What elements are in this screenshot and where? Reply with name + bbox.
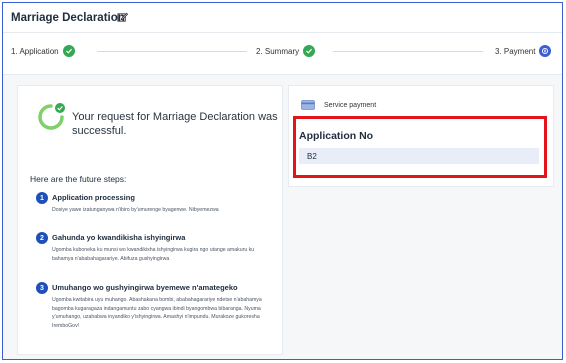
step-number: 2	[36, 232, 48, 244]
payment-card: Service payment Application No B2	[288, 85, 554, 187]
application-no-label: Application No	[299, 130, 374, 142]
step-payment[interactable]: 3. Payment	[495, 45, 552, 57]
step-label: 1. Application	[11, 46, 59, 56]
check-icon	[303, 45, 316, 57]
future-step-description: Ugomba kuboneka ku munsi wo kwandikisha …	[52, 247, 255, 262]
step-application[interactable]: 1. Application	[11, 45, 75, 57]
future-step-description: Dosiye yawe izatunganywa n'ibiro by'umur…	[52, 207, 219, 213]
success-card: Your request for Marriage Declaration wa…	[17, 85, 283, 355]
page-title: Marriage Declaration	[11, 12, 125, 24]
step-connector	[333, 51, 483, 52]
step-label: 3. Payment	[495, 46, 536, 56]
step-label: 2. Summary	[256, 46, 300, 56]
future-step-title: Gahunda yo kwandikisha ishyingirwa	[52, 233, 186, 242]
payment-icon	[539, 45, 552, 57]
check-icon	[62, 45, 75, 57]
future-step-title: Umuhango wo gushyingirwa byemewe n'amate…	[52, 283, 238, 292]
application-no-value: B2	[299, 148, 539, 164]
page-header: Marriage Declaration	[3, 3, 562, 33]
step-connector	[97, 51, 247, 52]
future-step-title: Application processing	[52, 193, 135, 202]
success-message: Your request for Marriage Declaration wa…	[72, 111, 278, 137]
future-step-description: Ugomba kwitabira uyu muhango. Abashakana…	[52, 297, 262, 329]
step-number: 1	[36, 192, 48, 204]
service-payment-label: Service payment	[324, 102, 377, 109]
step-number: 3	[36, 282, 48, 294]
future-steps-heading: Here are the future steps:	[30, 174, 127, 184]
stepper: 1. Application 2. Summary 3. Payment	[3, 33, 562, 75]
credit-card-icon	[301, 100, 315, 110]
step-summary[interactable]: 2. Summary	[256, 45, 316, 57]
highlight-box	[293, 116, 547, 178]
page-frame: Marriage Declaration 1. Application 2. S…	[2, 2, 563, 360]
edit-icon[interactable]	[117, 12, 128, 23]
success-spinner-icon	[38, 103, 65, 130]
